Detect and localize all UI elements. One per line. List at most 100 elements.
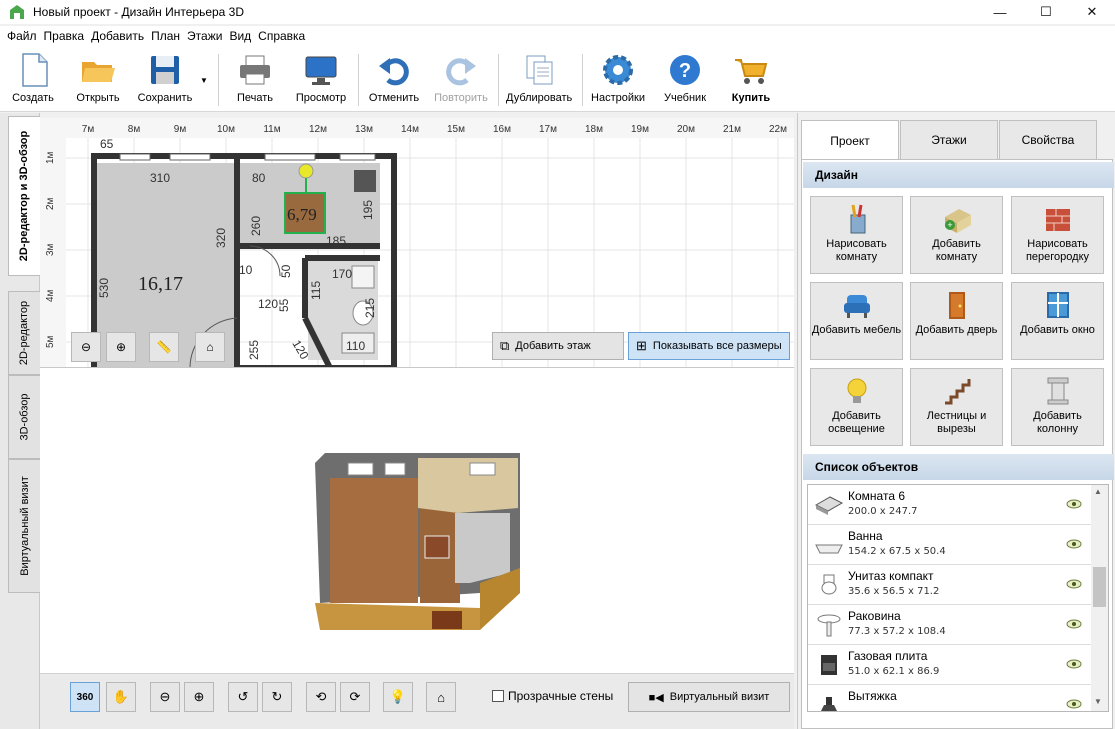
tab-properties[interactable]: Свойства	[999, 120, 1097, 159]
rotate-360-button[interactable]: 360	[70, 682, 100, 712]
ruler-label: 11м	[263, 124, 280, 135]
plan-editor-2d[interactable]: 7м 8м 9м 10м 11м 12м 13м 14м 15м 16м 17м…	[40, 118, 794, 368]
add-furniture-button[interactable]: Добавить мебель	[810, 282, 903, 360]
tab-project[interactable]: Проект	[801, 120, 899, 160]
menu-floors[interactable]: Этажи	[186, 29, 228, 43]
show-all-sizes-button[interactable]: ⊞ Показывать все размеры	[628, 332, 790, 360]
draw-partition-button[interactable]: Нарисовать перегородку	[1011, 196, 1104, 274]
tab-2d-3d[interactable]: 2D-редактор и 3D-обзор	[8, 116, 40, 276]
add-door-button[interactable]: Добавить дверь	[910, 282, 1003, 360]
zoom-out-icon: ⊖	[159, 689, 171, 704]
home-3d-button[interactable]: ⌂	[426, 682, 456, 712]
transparent-walls-checkbox[interactable]: Прозрачные стены	[492, 689, 613, 703]
maximize-button[interactable]: ☐	[1023, 0, 1069, 24]
pencils-icon	[841, 203, 873, 235]
list-item[interactable]: Вытяжка	[808, 685, 1108, 711]
home-icon: ⌂	[437, 689, 445, 705]
list-item[interactable]: Ванна 154.2 x 67.5 x 50.4	[808, 525, 1108, 565]
3d-model-canvas[interactable]	[40, 368, 794, 673]
add-window-button[interactable]: Добавить окно	[1011, 282, 1104, 360]
menu-help[interactable]: Справка	[257, 29, 311, 43]
zoom-in-icon: ⊕	[115, 340, 127, 354]
ruler-label: 3м	[45, 243, 56, 256]
stairs-cutouts-button[interactable]: Лестницы и вырезы	[910, 368, 1003, 446]
duplicate-button[interactable]: Дублировать	[506, 50, 572, 110]
undo-arrow-icon	[376, 52, 412, 88]
settings-button[interactable]: Настройки	[585, 50, 651, 110]
tab-2d-editor[interactable]: 2D-редактор	[8, 291, 40, 375]
list-item[interactable]: Раковина 77.3 x 57.2 x 108.4	[808, 605, 1108, 645]
buy-button[interactable]: Купить	[718, 50, 784, 110]
add-floor-button[interactable]: ⧉ Добавить этаж	[492, 332, 624, 360]
rotate-left-icon: ↺	[237, 689, 249, 704]
scrollbar-thumb[interactable]	[1093, 567, 1106, 607]
save-dropdown-arrow-icon[interactable]: ▼	[200, 76, 208, 85]
menu-plan[interactable]: План	[150, 29, 186, 43]
zoom-in-button[interactable]: ⊕	[106, 332, 136, 362]
menu-file[interactable]: Файл	[6, 29, 43, 43]
open-button[interactable]: Открыть	[65, 50, 131, 110]
ruler-label: 8м	[128, 124, 141, 135]
tab-3d-view[interactable]: 3D-обзор	[8, 375, 40, 459]
rotation-handle[interactable]	[298, 163, 314, 179]
menu-view[interactable]: Вид	[228, 29, 257, 43]
preview-button[interactable]: Просмотр	[288, 50, 354, 110]
virtual-visit-button[interactable]: ■◀ Виртуальный визит	[628, 682, 790, 712]
sink-object[interactable]	[351, 265, 375, 289]
visibility-eye-icon[interactable]	[1066, 538, 1082, 550]
object-list[interactable]: Комната 6 200.0 x 247.7 Ванна 154.2 x 67…	[807, 484, 1109, 712]
tilt-down-button[interactable]: ⟳	[340, 682, 370, 712]
pan-hand-button[interactable]: ✋	[106, 682, 136, 712]
help-question-icon: ?	[667, 52, 703, 88]
save-button[interactable]: Сохранить	[132, 50, 198, 110]
tutorial-button[interactable]: ? Учебник	[652, 50, 718, 110]
draw-room-button[interactable]: Нарисовать комнату	[810, 196, 903, 274]
measure-button[interactable]: 📏	[149, 332, 179, 362]
visibility-eye-icon[interactable]	[1066, 658, 1082, 670]
redo-button[interactable]: Повторить	[428, 50, 494, 110]
list-item[interactable]: Газовая плита 51.0 x 62.1 x 86.9	[808, 645, 1108, 685]
tab-virtual-visit[interactable]: Виртуальный визит	[8, 459, 40, 593]
close-button[interactable]: ✕	[1069, 0, 1115, 24]
duplicate-pages-icon	[521, 52, 557, 88]
checkbox-box[interactable]	[492, 690, 504, 702]
stairs-icon	[941, 375, 973, 407]
zoom-out-3d-button[interactable]: ⊖	[150, 682, 180, 712]
visibility-eye-icon[interactable]	[1066, 498, 1082, 510]
add-room-button[interactable]: + Добавить комнату	[910, 196, 1003, 274]
floor-plan-canvas[interactable]: 7м 8м 9м 10м 11м 12м 13м 14м 15м 16м 17м…	[40, 118, 794, 368]
object-list-scrollbar[interactable]: ▲ ▼	[1091, 485, 1108, 711]
stove-object[interactable]	[354, 170, 376, 192]
ruler-label: 5м	[45, 335, 56, 348]
print-button[interactable]: Печать	[222, 50, 288, 110]
add-column-button[interactable]: Добавить колонну	[1011, 368, 1104, 446]
view-3d[interactable]	[40, 368, 794, 673]
dimensions-icon: ⊞	[636, 338, 647, 353]
menu-add[interactable]: Добавить	[90, 29, 150, 43]
lighting-button[interactable]: 💡	[383, 682, 413, 712]
undo-button[interactable]: Отменить	[361, 50, 427, 110]
dimension-label: 260	[249, 216, 263, 236]
minimize-button[interactable]: —	[977, 0, 1023, 24]
scroll-up-icon[interactable]: ▲	[1094, 487, 1102, 496]
home-view-button[interactable]: ⌂	[195, 332, 225, 362]
app-logo-icon	[9, 4, 25, 20]
visibility-eye-icon[interactable]	[1066, 618, 1082, 630]
menu-edit[interactable]: Правка	[43, 29, 91, 43]
scroll-down-icon[interactable]: ▼	[1094, 697, 1102, 706]
tab-floors[interactable]: Этажи	[900, 120, 998, 159]
rotate-left-button[interactable]: ↺	[228, 682, 258, 712]
list-item[interactable]: Комната 6 200.0 x 247.7	[808, 485, 1108, 525]
zoom-out-button[interactable]: ⊖	[71, 332, 101, 362]
add-lighting-button[interactable]: Добавить освещение	[810, 368, 903, 446]
visibility-eye-icon[interactable]	[1066, 698, 1082, 710]
ruler-label: 14м	[401, 124, 419, 135]
visibility-eye-icon[interactable]	[1066, 578, 1082, 590]
create-button[interactable]: Создать	[0, 50, 66, 110]
zoom-in-3d-button[interactable]: ⊕	[184, 682, 214, 712]
list-item[interactable]: Унитаз компакт 35.6 x 56.5 x 71.2	[808, 565, 1108, 605]
rotate-right-button[interactable]: ↻	[262, 682, 292, 712]
tilt-up-button[interactable]: ⟲	[306, 682, 336, 712]
dimension-label: 55	[277, 298, 291, 312]
home-icon: ⌂	[206, 340, 214, 354]
